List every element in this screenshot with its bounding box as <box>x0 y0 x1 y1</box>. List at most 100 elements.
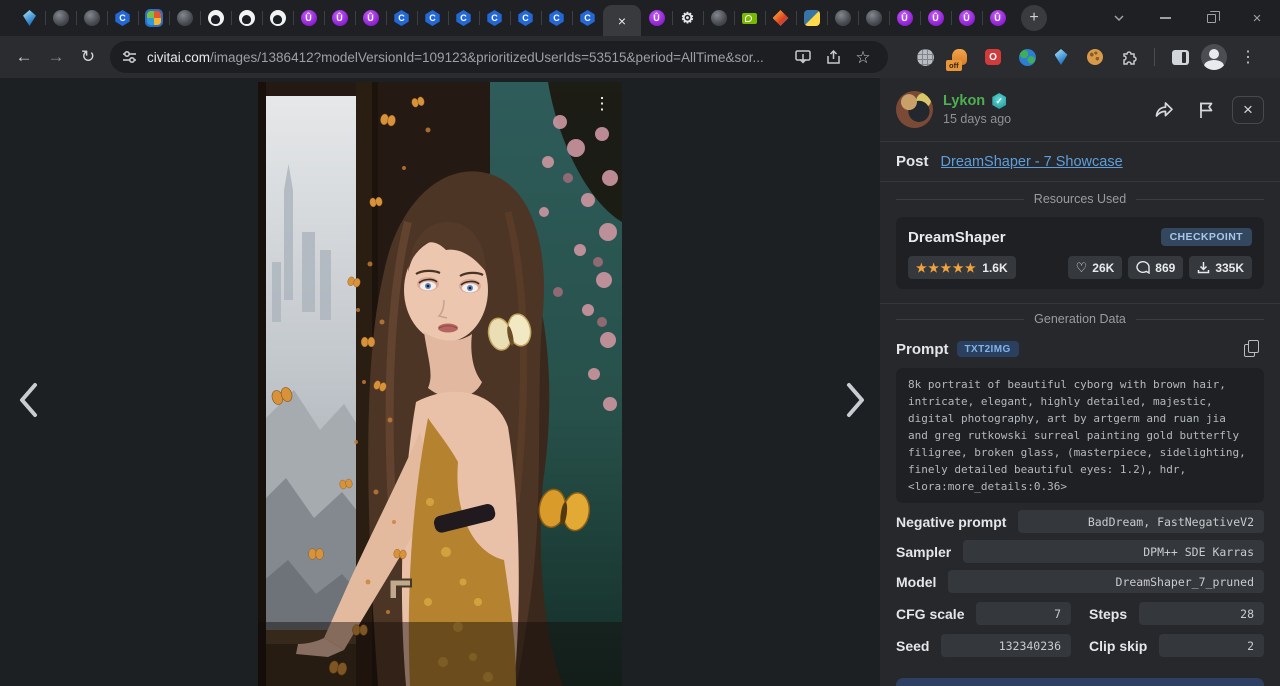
globe-extension-icon[interactable] <box>908 41 942 73</box>
txt2img-badge[interactable]: TXT2IMG <box>957 341 1019 357</box>
back-button[interactable]: ← <box>8 41 40 73</box>
tab-dark-globe[interactable] <box>703 5 734 31</box>
tab-purple-u[interactable]: Û <box>293 5 324 31</box>
tab-store-grid[interactable] <box>138 5 169 31</box>
site-info-icon[interactable] <box>122 50 137 64</box>
resource-card[interactable]: DreamShaper CHECKPOINT ★★★★★ 1.6K ♡ 26K <box>896 217 1264 289</box>
copy-prompt-icon[interactable] <box>1240 338 1264 360</box>
tab-dark-globe[interactable] <box>169 5 200 31</box>
generation-header: Generation Data <box>896 312 1264 326</box>
downloads-pill[interactable]: 335K <box>1189 256 1252 279</box>
browser-menu-icon[interactable]: ⋮ <box>1231 41 1265 73</box>
copy-generation-data-button[interactable] <box>896 678 1264 686</box>
tab-civitai-hex[interactable]: C <box>572 5 603 31</box>
purple-u-icon: Û <box>959 10 975 26</box>
model-value[interactable]: DreamShaper_7_pruned <box>948 570 1264 593</box>
tab-dark-globe[interactable] <box>827 5 858 31</box>
prompt-text[interactable]: 8k portrait of beautiful cyborg with bro… <box>896 368 1264 503</box>
generation-section: Generation Data Prompt TXT2IMG 8k portra… <box>880 304 1280 669</box>
previous-image-button[interactable] <box>6 378 50 422</box>
forward-button[interactable]: → <box>40 41 72 73</box>
share-image-icon[interactable] <box>1148 96 1180 124</box>
steps-value[interactable]: 28 <box>1139 602 1264 625</box>
clip-skip-label: Clip skip <box>1089 638 1147 654</box>
extensions-puzzle-icon[interactable] <box>1112 41 1146 73</box>
likes-pill[interactable]: ♡ 26K <box>1068 256 1123 279</box>
tab-civitai-diamond[interactable] <box>14 5 45 31</box>
address-bar[interactable]: civitai.com/images/1386412?modelVersionI… <box>110 41 888 73</box>
civitai-diamond-icon <box>23 10 36 26</box>
checkpoint-badge[interactable]: CHECKPOINT <box>1161 228 1252 246</box>
sampler-value[interactable]: DPM++ SDE Karras <box>963 540 1264 563</box>
tab-nvidia[interactable] <box>734 5 765 31</box>
tab-github[interactable] <box>262 5 293 31</box>
tab-purple-u[interactable]: Û <box>951 5 982 31</box>
tab-github[interactable] <box>200 5 231 31</box>
civitai-hex-icon: C <box>487 10 503 26</box>
install-app-icon[interactable] <box>790 44 816 70</box>
restore-button[interactable] <box>1188 0 1234 36</box>
close-window-button[interactable]: × <box>1234 0 1280 36</box>
tab-purple-u[interactable]: Û <box>324 5 355 31</box>
torch-extension-icon[interactable]: off <box>942 41 976 73</box>
tab-purple-u[interactable]: Û <box>982 5 1013 31</box>
dark-globe-icon <box>53 10 69 26</box>
store-grid-icon <box>147 11 161 25</box>
active-tab-close-icon[interactable]: × <box>618 14 626 28</box>
tab-gear[interactable]: ⚙ <box>672 5 703 31</box>
heart-icon: ♡ <box>1076 261 1088 274</box>
tab-civitai-hex[interactable]: C <box>510 5 541 31</box>
resource-name[interactable]: DreamShaper <box>908 229 1006 246</box>
sampler-label: Sampler <box>896 544 951 560</box>
tab-purple-u[interactable]: Û <box>641 5 672 31</box>
tab-dark-globe[interactable] <box>76 5 107 31</box>
username-link[interactable]: Lykon <box>943 93 985 109</box>
close-panel-button[interactable]: × <box>1232 96 1264 124</box>
post-link[interactable]: DreamShaper - 7 Showcase <box>941 154 1123 170</box>
share-icon[interactable] <box>820 44 846 70</box>
cfg-scale-value[interactable]: 7 <box>976 602 1071 625</box>
image-options-menu-icon[interactable]: ⋮ <box>588 90 616 118</box>
tab-civitai-hex[interactable]: C <box>107 5 138 31</box>
tab-python[interactable] <box>796 5 827 31</box>
tab-civitai-hex[interactable]: C <box>479 5 510 31</box>
rating-pill[interactable]: ★★★★★ 1.6K <box>908 256 1016 279</box>
tab-search-chevron-icon[interactable] <box>1096 0 1142 36</box>
github-icon <box>208 10 224 26</box>
new-tab-button[interactable]: + <box>1021 5 1047 31</box>
gear-icon: ⚙ <box>680 10 696 26</box>
side-panel-icon[interactable] <box>1163 41 1197 73</box>
civitai-extension-icon[interactable] <box>1044 41 1078 73</box>
tab-civitai-hex[interactable]: C <box>541 5 572 31</box>
negative-prompt-row: Negative prompt BadDream, FastNegativeV2 <box>896 510 1264 533</box>
earth-extension-icon[interactable] <box>1010 41 1044 73</box>
report-flag-icon[interactable] <box>1190 96 1222 124</box>
seed-value[interactable]: 132340236 <box>941 634 1071 657</box>
active-tab[interactable]: × <box>603 5 641 36</box>
url-text[interactable]: civitai.com/images/1386412?modelVersionI… <box>147 50 786 65</box>
tab-civitai-hex[interactable]: C <box>417 5 448 31</box>
tab-purple-u[interactable]: Û <box>920 5 951 31</box>
user-avatar[interactable] <box>896 91 933 128</box>
tab-civitai-hex[interactable]: C <box>386 5 417 31</box>
minimize-button[interactable] <box>1142 0 1188 36</box>
downloads-count: 335K <box>1215 261 1244 275</box>
comments-pill[interactable]: 869 <box>1128 256 1183 279</box>
tab-purple-u[interactable]: Û <box>355 5 386 31</box>
reload-button[interactable]: ↻ <box>72 41 104 73</box>
tab-git-diamond[interactable] <box>765 5 796 31</box>
cookie-extension-icon[interactable] <box>1078 41 1112 73</box>
red-o-extension-icon[interactable]: O <box>976 41 1010 73</box>
tab-github[interactable] <box>231 5 262 31</box>
next-image-button[interactable] <box>834 378 878 422</box>
tab-dark-globe[interactable] <box>858 5 889 31</box>
profile-avatar-icon[interactable] <box>1197 41 1231 73</box>
tab-purple-u[interactable]: Û <box>889 5 920 31</box>
tab-dark-globe[interactable] <box>45 5 76 31</box>
negative-prompt-value[interactable]: BadDream, FastNegativeV2 <box>1018 510 1264 533</box>
seed-clipskip-row: Seed 132340236 Clip skip 2 <box>896 634 1264 657</box>
likes-count: 26K <box>1092 261 1114 275</box>
clip-skip-value[interactable]: 2 <box>1159 634 1264 657</box>
tab-civitai-hex[interactable]: C <box>448 5 479 31</box>
bookmark-star-icon[interactable]: ☆ <box>850 44 876 70</box>
